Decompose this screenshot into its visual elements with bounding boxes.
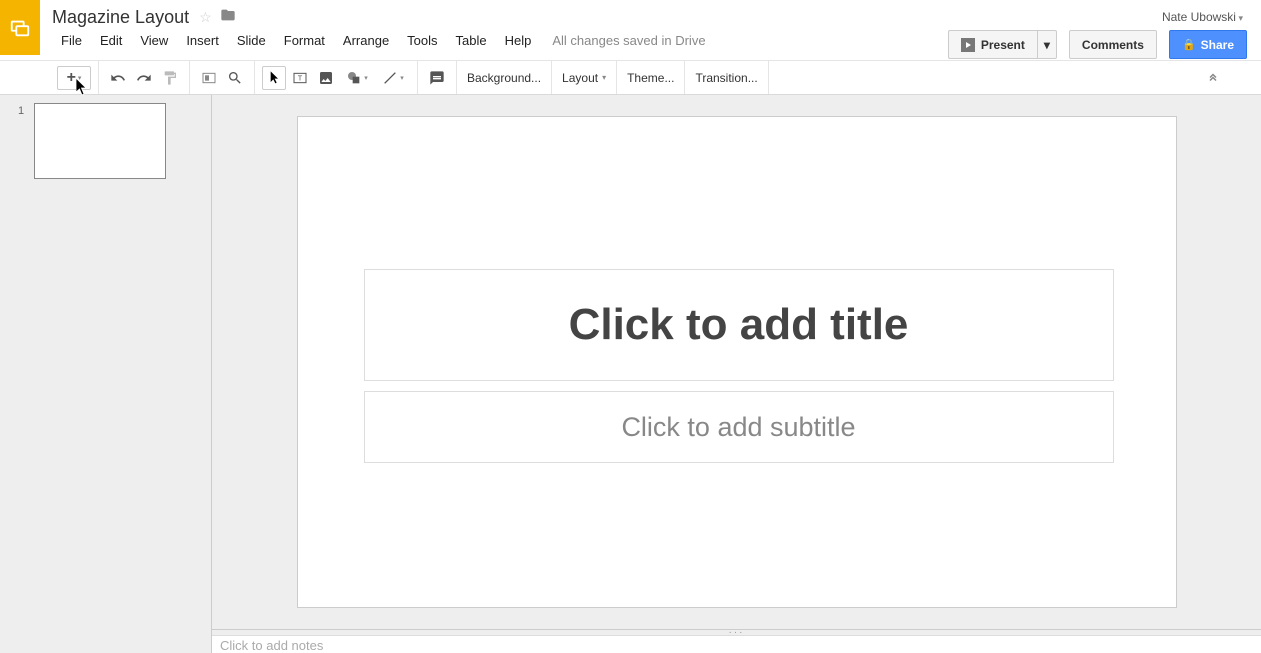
image-button[interactable] <box>314 66 338 90</box>
present-dropdown[interactable]: ▾ <box>1037 30 1057 59</box>
save-status: All changes saved in Drive <box>540 33 705 48</box>
menu-table[interactable]: Table <box>447 29 496 52</box>
line-button[interactable] <box>376 66 410 90</box>
textbox-button[interactable]: T <box>288 66 312 90</box>
svg-text:T: T <box>298 73 303 82</box>
menu-arrange[interactable]: Arrange <box>334 29 398 52</box>
toolbar: T Background... Layout Theme... Transiti… <box>0 60 1261 95</box>
theme-button[interactable]: Theme... <box>617 61 685 94</box>
thumbnail-image[interactable] <box>34 103 166 179</box>
zoom-button[interactable] <box>223 66 247 90</box>
star-icon[interactable]: ☆ <box>199 9 212 26</box>
zoom-fit-button[interactable] <box>197 66 221 90</box>
comments-button[interactable]: Comments <box>1069 30 1157 59</box>
menu-slide[interactable]: Slide <box>228 29 275 52</box>
subtitle-placeholder[interactable]: Click to add subtitle <box>364 391 1114 463</box>
menu-help[interactable]: Help <box>496 29 541 52</box>
title-placeholder[interactable]: Click to add title <box>364 269 1114 381</box>
canvas-area[interactable]: Click to add title Click to add subtitle <box>212 95 1261 629</box>
menu-insert[interactable]: Insert <box>177 29 228 52</box>
present-label: Present <box>981 38 1025 52</box>
share-label: Share <box>1201 38 1234 52</box>
new-slide-button[interactable] <box>57 66 91 90</box>
menu-edit[interactable]: Edit <box>91 29 131 52</box>
lock-icon: 🔒 <box>1182 38 1196 51</box>
user-menu[interactable]: Nate Ubowski <box>1162 10 1243 24</box>
menu-tools[interactable]: Tools <box>398 29 446 52</box>
layout-button[interactable]: Layout <box>552 61 617 94</box>
slide-panel: 1 <box>0 95 212 653</box>
collapse-toolbar-button[interactable] <box>1207 70 1219 85</box>
shape-button[interactable] <box>340 66 374 90</box>
slide-thumbnail[interactable]: 1 <box>0 103 211 179</box>
notes-area[interactable]: Click to add notes <box>212 635 1261 653</box>
app-logo[interactable] <box>0 0 40 55</box>
play-icon <box>961 38 975 52</box>
menu-view[interactable]: View <box>131 29 177 52</box>
redo-button[interactable] <box>132 66 156 90</box>
share-button[interactable]: 🔒 Share <box>1169 30 1247 59</box>
document-title[interactable]: Magazine Layout <box>52 7 199 28</box>
slide-canvas[interactable]: Click to add title Click to add subtitle <box>297 116 1177 608</box>
menu-format[interactable]: Format <box>275 29 334 52</box>
present-button[interactable]: Present <box>948 30 1037 59</box>
undo-button[interactable] <box>106 66 130 90</box>
select-tool-button[interactable] <box>262 66 286 90</box>
transition-button[interactable]: Transition... <box>685 61 768 94</box>
background-button[interactable]: Background... <box>457 61 552 94</box>
menu-file[interactable]: File <box>52 29 91 52</box>
comment-button[interactable] <box>425 66 449 90</box>
folder-icon[interactable] <box>220 7 236 27</box>
slide-number: 1 <box>18 103 34 179</box>
paint-format-button[interactable] <box>158 66 182 90</box>
